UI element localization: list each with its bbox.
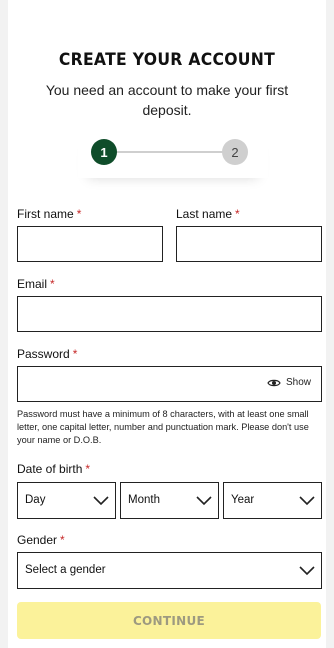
registration-card: CREATE YOUR ACCOUNT You need an account … [8,0,326,648]
gender-select[interactable]: Select a gender [17,552,322,589]
email-label: Email * [17,277,55,291]
required-marker: * [60,533,65,547]
dob-day-value: Day [25,494,46,506]
chevron-down-icon [299,566,315,576]
first-name-label: First name * [17,207,81,221]
password-label-text: Password [17,347,70,361]
chevron-down-icon [93,496,109,506]
chevron-down-icon [299,496,315,506]
password-input[interactable]: Show [17,366,322,402]
required-marker: * [50,277,55,291]
progress-stepper: 1 2 [78,128,268,178]
dob-month-value: Month [128,494,160,506]
gender-label: Gender * [17,533,65,547]
required-marker: * [72,347,78,361]
dob-month-select[interactable]: Month [120,482,219,519]
continue-button[interactable]: CONTINUE [17,602,321,639]
step-2-indicator: 2 [222,139,248,165]
chevron-down-icon [196,496,212,506]
last-name-input[interactable] [176,226,322,262]
show-password-toggle[interactable]: Show [267,377,311,388]
last-name-label-text: Last name [176,207,233,221]
email-label-text: Email [17,277,48,291]
first-name-label-text: First name [17,207,74,221]
step-1-indicator: 1 [91,139,117,165]
required-marker: * [85,462,91,476]
required-marker: * [76,207,82,221]
show-password-label: Show [285,377,311,388]
password-label: Password * [17,347,77,361]
dob-day-select[interactable]: Day [17,482,116,519]
dob-year-value: Year [231,494,255,506]
last-name-label: Last name * [176,207,240,221]
dob-year-select[interactable]: Year [223,482,322,519]
first-name-input[interactable] [17,226,163,262]
gender-value: Select a gender [25,564,106,576]
required-marker: * [235,207,240,221]
page-subtitle: You need an account to make your first d… [45,82,289,118]
eye-icon [267,379,281,386]
gender-label-text: Gender [17,533,58,547]
password-hint: Password must have a minimum of 8 charac… [17,409,309,445]
dob-label: Date of birth * [17,462,90,476]
stepper-connector [104,151,228,153]
email-input[interactable] [17,296,322,332]
page-title: CREATE YOUR ACCOUNT [58,50,276,70]
dob-label-text: Date of birth [17,462,83,476]
